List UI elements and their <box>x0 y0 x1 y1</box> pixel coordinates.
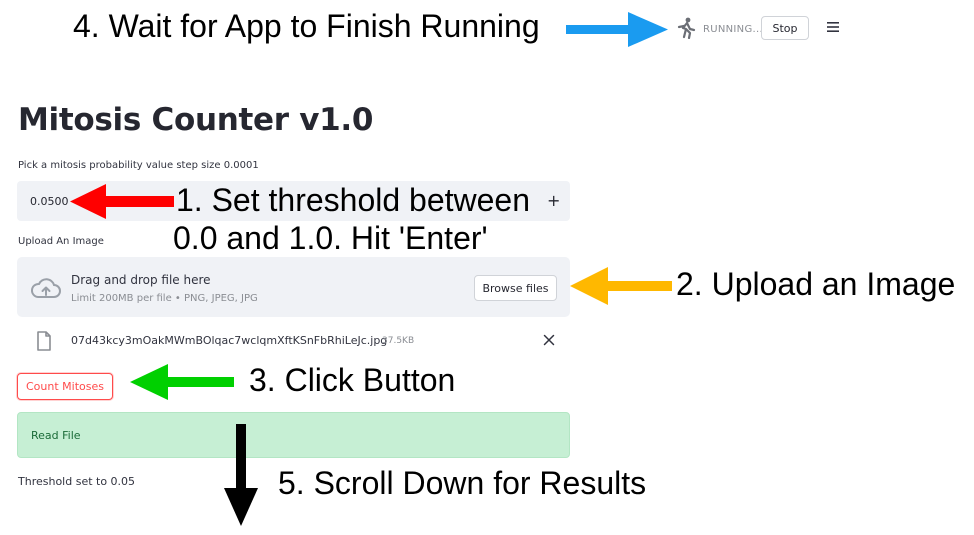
arrow-step1 <box>70 184 174 219</box>
annotation-step5: 5. Scroll Down for Results <box>278 465 647 501</box>
annotation-step1-line1: 1. Set threshold between <box>176 182 531 218</box>
arrow-step5 <box>224 424 258 526</box>
annotation-step1-line2: 0.0 and 1.0. Hit 'Enter' <box>173 220 488 256</box>
arrow-step4 <box>566 12 668 47</box>
arrow-step3 <box>130 364 234 400</box>
annotation-step2: 2. Upload an Image <box>676 266 956 302</box>
annotation-step3: 3. Click Button <box>249 362 456 398</box>
arrow-step2 <box>570 267 672 305</box>
